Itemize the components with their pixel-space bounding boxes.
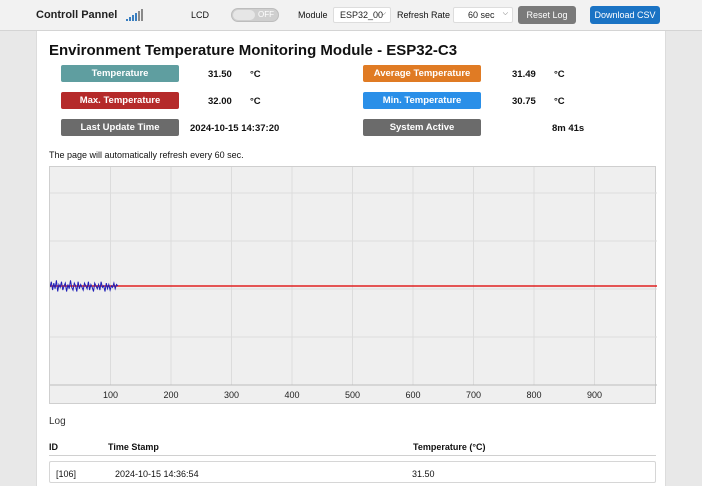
temperature-badge: Temperature — [61, 65, 179, 82]
x-tick-label: 100 — [103, 390, 118, 400]
min-temperature-unit: °C — [554, 96, 565, 107]
temperature-value: 31.50 — [208, 69, 232, 80]
system-active-value: 8m 41s — [552, 123, 585, 134]
reset-log-button[interactable]: Reset Log — [518, 6, 576, 24]
module-select[interactable]: ESP32_00 ⌵ — [333, 7, 391, 23]
signal-strength-icon — [126, 9, 143, 21]
last-update-badge: Last Update Time — [61, 119, 179, 136]
refresh-rate-value: 60 sec — [468, 10, 495, 20]
log-cell-temperature: 31.50 — [412, 469, 435, 479]
max-temperature-unit: °C — [250, 96, 261, 107]
x-tick-label: 200 — [163, 390, 178, 400]
x-tick-label: 500 — [345, 390, 360, 400]
log-column-temperature: Temperature (°C) — [413, 442, 486, 452]
x-tick-label: 400 — [284, 390, 299, 400]
temperature-unit: °C — [250, 69, 261, 80]
average-temperature-badge: Average Temperature — [363, 65, 481, 82]
system-active-badge: System Active — [363, 119, 481, 136]
main-panel: Environment Temperature Monitoring Modul… — [36, 31, 666, 486]
top-bar: Controll Pannel LCD OFF Module ESP32_00 … — [0, 0, 702, 31]
lcd-label: LCD — [191, 10, 210, 20]
chart-svg: 100 200 300 400 500 600 700 800 900 — [50, 167, 657, 400]
x-tick-label: 600 — [405, 390, 420, 400]
max-temperature-badge: Max. Temperature — [61, 92, 179, 109]
chevron-down-icon: ⌵ — [502, 10, 508, 17]
x-tick-label: 700 — [466, 390, 481, 400]
min-temperature-badge: Min. Temperature — [363, 92, 481, 109]
max-temperature-value: 32.00 — [208, 96, 232, 107]
page-title: Environment Temperature Monitoring Modul… — [49, 42, 458, 59]
lcd-toggle[interactable]: OFF — [231, 8, 279, 22]
refresh-rate-label: Refresh Rate — [397, 10, 451, 20]
x-tick-label: 900 — [587, 390, 602, 400]
log-cell-id: [106] — [56, 469, 77, 479]
average-temperature-value: 31.49 — [512, 69, 536, 80]
module-select-value: ESP32_00 — [340, 10, 384, 20]
last-update-value: 2024-10-15 14:37:20 — [190, 123, 280, 134]
lcd-toggle-state: OFF — [258, 10, 274, 19]
download-csv-button[interactable]: Download CSV — [590, 6, 660, 24]
log-row: [106] 2024-10-15 14:36:54 31.50 — [49, 461, 656, 483]
x-tick-label: 800 — [526, 390, 541, 400]
log-column-timestamp: Time Stamp — [108, 442, 159, 452]
temperature-chart: 100 200 300 400 500 600 700 800 900 — [49, 166, 657, 404]
log-divider — [49, 455, 656, 456]
refresh-rate-select[interactable]: 60 sec ⌵ — [453, 7, 513, 23]
average-temperature-unit: °C — [554, 69, 565, 80]
toggle-knob — [233, 10, 255, 20]
module-label: Module — [298, 10, 328, 20]
x-tick-label: 300 — [224, 390, 239, 400]
log-cell-timestamp: 2024-10-15 14:36:54 — [115, 469, 199, 479]
log-column-id: ID — [49, 442, 58, 452]
refresh-note: The page will automatically refresh ever… — [49, 150, 244, 160]
min-temperature-value: 30.75 — [512, 96, 536, 107]
chevron-down-icon: ⌵ — [380, 10, 386, 17]
log-title: Log — [49, 416, 66, 427]
app-title: Controll Pannel — [36, 9, 118, 21]
